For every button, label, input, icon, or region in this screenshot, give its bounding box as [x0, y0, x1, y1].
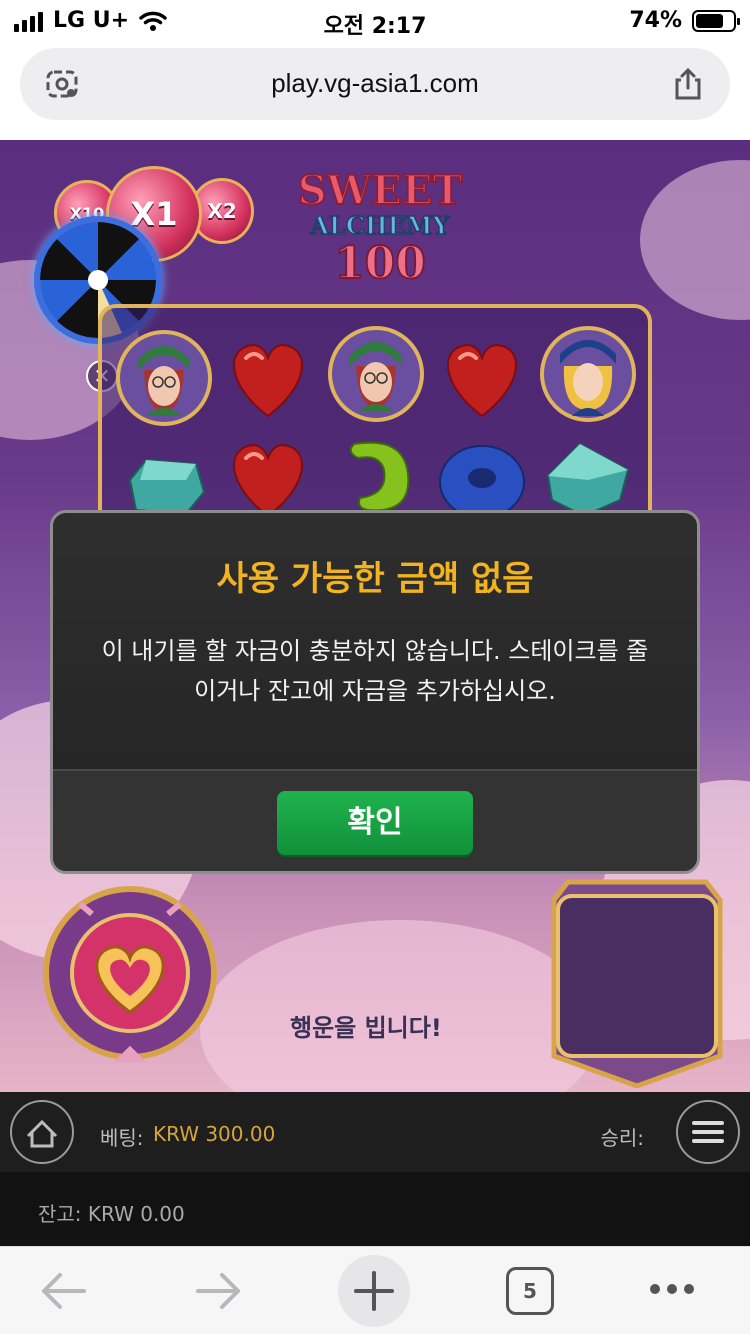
win-label: 승리: — [600, 1126, 644, 1150]
sweet-alchemy-logo: SWEET ALCHEMY 100 — [297, 166, 464, 290]
bet-bar: 베팅: KRW 300.00 승리: — [0, 1092, 750, 1172]
balance-bar: 잔고: KRW 0.00 — [0, 1172, 750, 1246]
bet-label: 베팅: — [100, 1126, 144, 1150]
menu-button[interactable] — [676, 1100, 740, 1164]
more-icon[interactable] — [648, 1281, 696, 1297]
battery-percent: 74% — [629, 8, 682, 33]
share-icon[interactable] — [670, 66, 706, 102]
status-right: 74% — [629, 8, 740, 33]
dialog-message: 이 내기를 할 자금이 충분하지 않습니다. 스테이크를 줄 이거나 잔고에 자… — [83, 631, 667, 711]
home-button[interactable] — [10, 1100, 74, 1164]
address-bar-area: play.vg-asia1.com — [0, 40, 750, 140]
battery-icon — [692, 9, 740, 32]
witch-symbol — [328, 326, 424, 422]
svg-text:ALCHEMY: ALCHEMY — [309, 211, 450, 240]
svg-text:100: 100 — [334, 238, 426, 289]
battery-fill — [696, 13, 723, 28]
cloud-decoration — [200, 920, 600, 1092]
back-icon[interactable] — [38, 1269, 88, 1313]
heart-candy-symbol — [233, 344, 303, 418]
plus-icon — [354, 1271, 394, 1311]
address-bar[interactable]: play.vg-asia1.com — [20, 48, 730, 120]
new-tab-button[interactable] — [338, 1255, 410, 1327]
spin-button[interactable] — [40, 884, 220, 1062]
balance-text: 잔고: KRW 0.00 — [38, 1202, 185, 1226]
home-icon — [26, 1119, 58, 1148]
bet-value[interactable]: KRW 300.00 — [153, 1122, 275, 1146]
witch-symbol — [116, 330, 212, 426]
blonde-witch-symbol — [540, 326, 636, 422]
tabs-button[interactable]: 5 — [506, 1267, 554, 1315]
dialog-footer: 확인 — [53, 769, 697, 871]
forward-icon[interactable] — [194, 1269, 244, 1313]
confirm-button[interactable]: 확인 — [277, 791, 473, 855]
svg-text:SWEET: SWEET — [298, 167, 463, 214]
insufficient-funds-dialog: 사용 가능한 금액 없음 이 내기를 할 자금이 충분하지 않습니다. 스테이크… — [50, 510, 700, 874]
dialog-message-line: 이거나 잔고에 자금을 추가하십시오. — [194, 677, 556, 705]
menu-icon — [692, 1121, 724, 1143]
dialog-title: 사용 가능한 금액 없음 — [216, 559, 534, 599]
dialog-message-line: 이 내기를 할 자금이 충분하지 않습니다. 스테이크를 줄 — [101, 637, 649, 665]
game-logo: SWEET ALCHEMY 100 — [270, 160, 490, 294]
win-display-panel — [551, 879, 723, 1088]
good-luck-text: 행운을 빕니다! — [290, 1014, 442, 1042]
url-text[interactable]: play.vg-asia1.com — [20, 68, 730, 99]
cloud-decoration — [640, 160, 750, 320]
heart-candy-symbol — [447, 344, 517, 418]
status-bar: LG U+ 오전 2:17 74% — [0, 0, 750, 40]
browser-toolbar: 5 — [0, 1246, 750, 1334]
